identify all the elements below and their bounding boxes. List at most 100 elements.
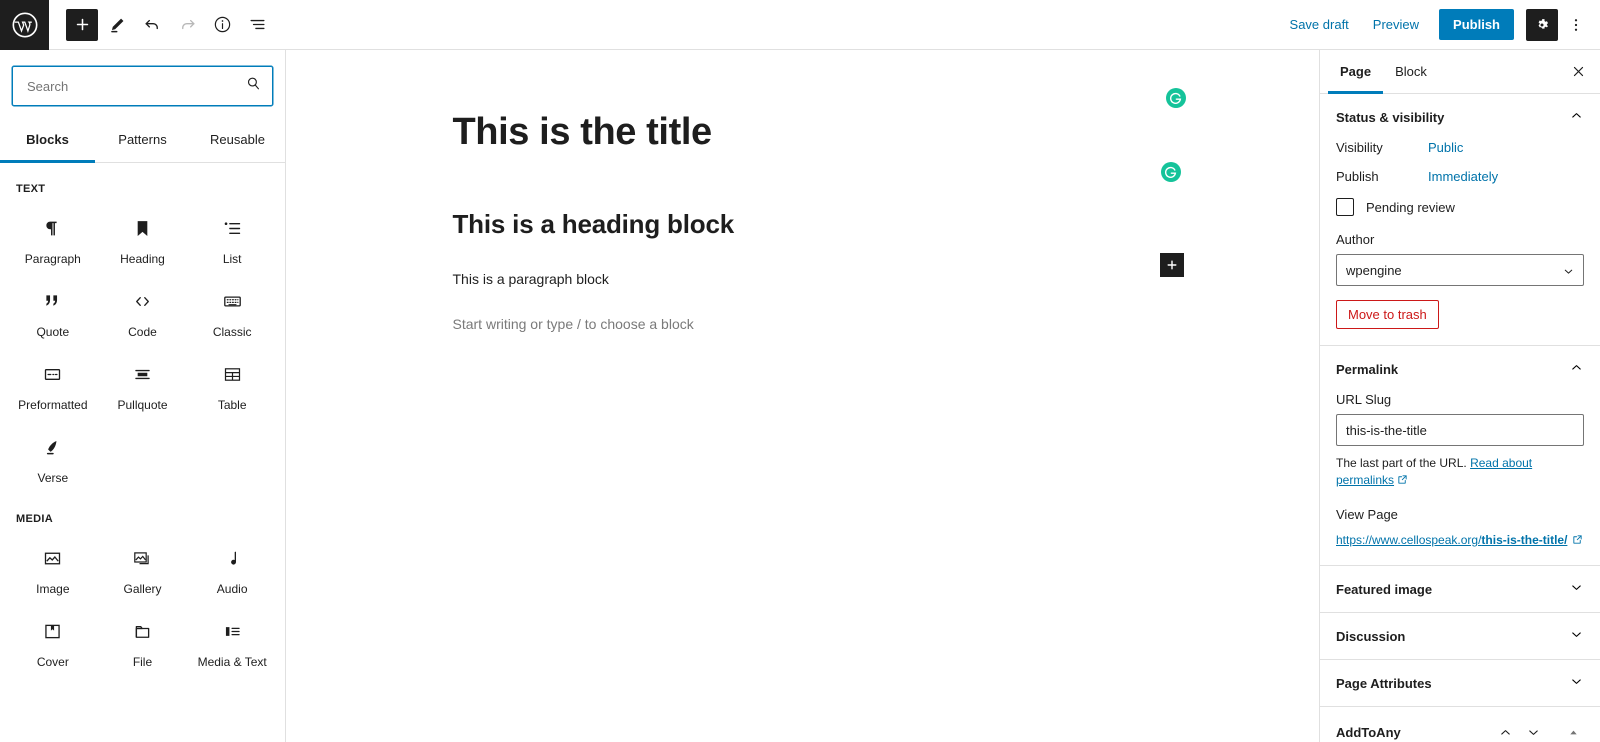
url-slug-bold: this-is-the-title/ bbox=[1481, 532, 1568, 547]
block-item-verse[interactable]: Verse bbox=[8, 420, 98, 493]
block-item-classic[interactable]: Classic bbox=[187, 274, 277, 347]
file-folder-icon bbox=[132, 618, 153, 644]
editor-body: Blocks Patterns Reusable TEXT Paragraph bbox=[0, 50, 1600, 742]
panel-title: AddToAny bbox=[1336, 724, 1401, 740]
block-item-table[interactable]: Table bbox=[187, 347, 277, 420]
redo-button[interactable] bbox=[171, 9, 203, 41]
undo-button[interactable] bbox=[136, 9, 168, 41]
paragraph-block[interactable]: This is a paragraph block bbox=[453, 271, 1153, 287]
quote-icon bbox=[42, 288, 63, 314]
post-title-field[interactable]: This is the title bbox=[453, 110, 1153, 156]
author-select[interactable]: wpengine bbox=[1336, 254, 1584, 286]
more-options-button[interactable] bbox=[1562, 9, 1590, 41]
keyboard-icon bbox=[222, 288, 243, 314]
block-appender-button[interactable] bbox=[1159, 253, 1184, 277]
block-item-list[interactable]: List bbox=[187, 201, 277, 274]
inserter-tabs: Blocks Patterns Reusable bbox=[0, 118, 285, 163]
pullquote-icon bbox=[132, 361, 153, 387]
tab-reusable[interactable]: Reusable bbox=[190, 118, 285, 163]
heading-bookmark-icon bbox=[132, 215, 153, 241]
tab-blocks[interactable]: Blocks bbox=[0, 118, 95, 163]
block-item-pullquote[interactable]: Pullquote bbox=[98, 347, 188, 420]
tab-patterns[interactable]: Patterns bbox=[95, 118, 190, 163]
external-link-icon bbox=[1572, 531, 1583, 548]
addtoany-panel-header[interactable]: AddToAny bbox=[1320, 707, 1600, 742]
pending-review-checkbox[interactable] bbox=[1336, 198, 1354, 216]
block-item-code[interactable]: Code bbox=[98, 274, 188, 347]
editor-canvas[interactable]: This is the title This is a heading bloc… bbox=[286, 50, 1320, 742]
panel-title: Permalink bbox=[1336, 361, 1399, 377]
block-item-media-text[interactable]: Media & Text bbox=[187, 604, 277, 677]
search-box[interactable] bbox=[12, 66, 273, 106]
block-item-gallery[interactable]: Gallery bbox=[98, 531, 188, 604]
panel-title: Featured image bbox=[1336, 581, 1433, 597]
url-slug-input[interactable] bbox=[1336, 414, 1584, 446]
block-item-cover[interactable]: Cover bbox=[8, 604, 98, 677]
discussion-panel: Discussion bbox=[1320, 613, 1600, 661]
publish-button[interactable]: Publish bbox=[1439, 9, 1514, 40]
edit-tool-button[interactable] bbox=[101, 9, 133, 41]
visibility-row: Visibility Public bbox=[1336, 140, 1584, 155]
external-link-icon bbox=[1397, 473, 1408, 487]
block-label: Image bbox=[36, 582, 70, 596]
publish-row: Publish Immediately bbox=[1336, 169, 1584, 184]
author-select-wrap: wpengine bbox=[1336, 254, 1584, 286]
url-slug-label: URL Slug bbox=[1336, 392, 1392, 407]
block-item-image[interactable]: Image bbox=[8, 531, 98, 604]
tab-page[interactable]: Page bbox=[1328, 51, 1384, 94]
list-view-button[interactable] bbox=[241, 9, 273, 41]
block-item-preformatted[interactable]: Preformatted bbox=[8, 347, 98, 420]
block-label: Pullquote bbox=[117, 398, 168, 412]
chevron-down-icon bbox=[1569, 580, 1584, 598]
block-label: File bbox=[132, 655, 153, 669]
move-up-button[interactable] bbox=[1494, 721, 1516, 742]
text-blocks-grid: Paragraph Heading List Quote Code Classi… bbox=[8, 201, 277, 493]
view-page-url-wrap: https://www.cellospeak.org/this-is-the-t… bbox=[1336, 531, 1584, 549]
block-label: List bbox=[222, 252, 242, 266]
gallery-icon bbox=[132, 545, 153, 571]
heading-block[interactable]: This is a heading block bbox=[453, 209, 1153, 240]
settings-gear-button[interactable] bbox=[1526, 8, 1558, 41]
grammarly-g-icon[interactable] bbox=[1160, 162, 1181, 182]
add-block-button[interactable] bbox=[66, 8, 98, 41]
close-sidebar-button[interactable] bbox=[1566, 60, 1590, 84]
block-item-heading[interactable]: Heading bbox=[98, 201, 188, 274]
status-panel-header[interactable]: Status & visibility bbox=[1320, 94, 1600, 140]
preview-button[interactable]: Preview bbox=[1363, 11, 1429, 38]
featured-image-panel-header[interactable]: Featured image bbox=[1320, 566, 1600, 612]
wordpress-block-editor: Save draft Preview Publish Search Blocks… bbox=[0, 0, 1600, 742]
permalink-panel-header[interactable]: Permalink bbox=[1320, 346, 1600, 392]
wordpress-logo[interactable] bbox=[0, 0, 49, 50]
media-text-icon bbox=[222, 618, 243, 644]
block-item-paragraph[interactable]: Paragraph bbox=[8, 201, 98, 274]
view-page-label: View Page bbox=[1336, 506, 1398, 522]
block-label: Verse bbox=[37, 471, 69, 485]
block-item-quote[interactable]: Quote bbox=[8, 274, 98, 347]
triangle-up-icon[interactable] bbox=[1562, 721, 1584, 742]
empty-paragraph-placeholder[interactable]: Start writing or type / to choose a bloc… bbox=[453, 316, 1153, 332]
details-button[interactable] bbox=[206, 9, 238, 41]
move-to-trash-button[interactable]: Move to trash bbox=[1336, 300, 1439, 329]
visibility-value-button[interactable]: Public bbox=[1428, 140, 1463, 155]
list-icon bbox=[222, 215, 243, 241]
chevron-down-icon bbox=[1569, 627, 1584, 645]
block-item-audio[interactable]: Audio bbox=[187, 531, 277, 604]
tab-block[interactable]: Block bbox=[1383, 51, 1439, 94]
save-draft-button[interactable]: Save draft bbox=[1280, 11, 1359, 38]
publish-value-button[interactable]: Immediately bbox=[1428, 169, 1498, 184]
category-label-media: MEDIA bbox=[16, 513, 53, 525]
search-container bbox=[0, 50, 285, 106]
status-panel-body: Visibility Public Publish Immediately Pe… bbox=[1320, 140, 1600, 345]
search-input[interactable] bbox=[27, 78, 245, 94]
permalink-panel: Permalink URL Slug The last part of the … bbox=[1320, 346, 1600, 567]
settings-tabs: Page Block bbox=[1320, 50, 1600, 94]
status-visibility-panel: Status & visibility Visibility Public Pu… bbox=[1320, 94, 1600, 346]
blocks-list: TEXT Paragraph Heading List Quote Code C… bbox=[0, 163, 285, 742]
discussion-panel-header[interactable]: Discussion bbox=[1320, 613, 1600, 659]
block-item-file[interactable]: File bbox=[98, 604, 188, 677]
page-attributes-panel-header[interactable]: Page Attributes bbox=[1320, 660, 1600, 706]
view-page-url-link[interactable]: https://www.cellospeak.org/this-is-the-t… bbox=[1336, 533, 1567, 547]
grammarly-g-icon[interactable] bbox=[1165, 88, 1186, 108]
header-actions: Save draft Preview Publish bbox=[1280, 8, 1600, 41]
move-down-button[interactable] bbox=[1522, 721, 1544, 742]
